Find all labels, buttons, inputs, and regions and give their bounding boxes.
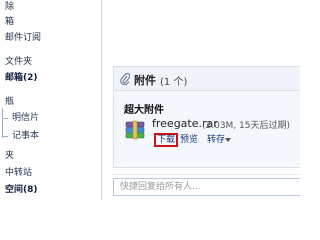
attachment-title: 附件 <box>134 74 156 87</box>
divider <box>113 174 300 175</box>
sidebar-item-mailbox[interactable]: 邮箱(2) <box>5 72 38 84</box>
attachment-header: 附件 (1 个) <box>114 67 300 91</box>
message-body <box>103 0 300 64</box>
save-to-link[interactable]: 转存 <box>207 134 225 146</box>
sidebar-item-delete[interactable]: 除 <box>5 1 14 13</box>
attachment-count: (1 个) <box>160 77 188 88</box>
sidebar-item-folders[interactable]: 文件夹 <box>5 56 32 68</box>
sidebar-item-notepad[interactable]: 记事本 <box>12 130 39 142</box>
sidebar-item-bottle[interactable]: 瓶 <box>5 96 14 108</box>
rar-archive-icon <box>125 120 145 140</box>
folder-sidebar: 除 箱 邮件订阅 文件夹 邮箱(2) 瓶 明信片 记事本 夹 中转站 空间(8) <box>0 0 102 200</box>
sidebar-item-postcard[interactable]: 明信片 <box>12 112 39 124</box>
sidebar-item-transfer-station[interactable]: 中转站 <box>5 167 32 179</box>
tree-connector-tick <box>2 136 8 137</box>
tree-connector <box>2 108 3 138</box>
paperclip-icon <box>120 73 130 85</box>
chevron-down-icon[interactable] <box>225 138 231 142</box>
sidebar-item-subscriptions[interactable]: 邮件订阅 <box>5 32 41 44</box>
download-link[interactable]: 下载 <box>154 133 179 147</box>
attachment-file-meta: (2.03M, 15天后过期) <box>202 121 291 131</box>
mail-reading-pane: 附件 (1 个) 超大附件 freegate.rar (2.03M, 15天后过… <box>103 0 300 200</box>
quick-reply-box[interactable] <box>113 178 300 196</box>
preview-link[interactable]: 预览 <box>180 134 198 146</box>
attachment-panel: 附件 (1 个) 超大附件 freegate.rar (2.03M, 15天后过… <box>113 66 300 168</box>
tree-connector-tick <box>2 118 8 119</box>
sidebar-item-box[interactable]: 箱 <box>5 16 14 28</box>
quick-reply-input[interactable] <box>114 179 300 195</box>
sidebar-item-space[interactable]: 空间(8) <box>5 184 38 196</box>
large-attachment-label: 超大附件 <box>124 105 164 116</box>
sidebar-item-folder[interactable]: 夹 <box>5 150 14 162</box>
